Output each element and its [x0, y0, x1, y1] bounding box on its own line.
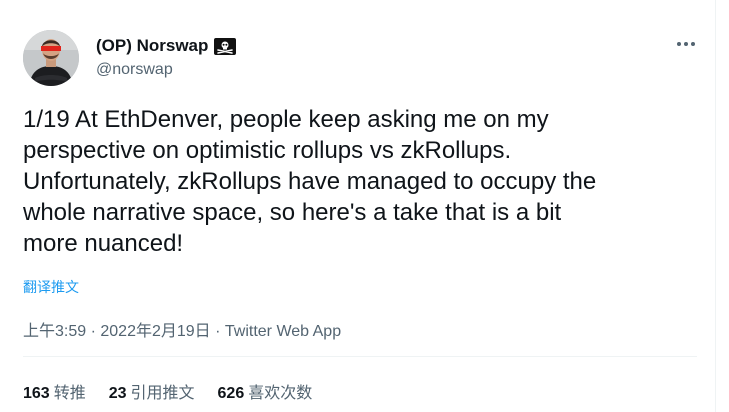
- retweets-count: 163: [23, 385, 50, 402]
- tweet-text: 1/19 At EthDenver, people keep asking me…: [23, 104, 703, 259]
- separator: ·: [86, 323, 101, 340]
- retweets-stat[interactable]: 163 转推: [23, 379, 86, 403]
- avatar-image: [23, 30, 79, 86]
- tweet-timestamp: 上午3:59 · 2022年2月19日 · Twitter Web App: [23, 317, 341, 341]
- retweets-label: 转推: [53, 385, 86, 402]
- tweet-date: 2022年2月19日: [100, 323, 211, 340]
- quote-tweets-count: 23: [108, 385, 127, 402]
- translate-tweet-link[interactable]: 翻译推文: [23, 277, 79, 297]
- author-name-row: (OP) Norswap: [96, 36, 237, 56]
- tweet-text-line: more nuanced!: [23, 230, 184, 257]
- quote-tweets-stat[interactable]: 23 引用推文: [109, 379, 195, 403]
- tweet-text-line: Unfortunately, zkRollups have managed to…: [23, 168, 597, 195]
- likes-count: 626: [217, 385, 245, 402]
- tweet-source-link[interactable]: Twitter Web App: [225, 323, 341, 340]
- tweet-text-line: 1/19 At EthDenver, people keep asking me…: [23, 106, 549, 133]
- likes-stat[interactable]: 626 喜欢次数: [218, 379, 313, 403]
- tweet-time-link[interactable]: 上午3:59 · 2022年2月19日: [23, 323, 211, 340]
- more-options-icon: [677, 42, 695, 46]
- quote-tweets-label: 引用推文: [130, 385, 195, 402]
- author-handle[interactable]: @norswap: [96, 61, 173, 79]
- tweet-card: (OP) Norswap @norswap 1/19 At EthDenver,…: [0, 0, 729, 412]
- tweet-text-line: whole narrative space, so here's a take …: [23, 199, 562, 226]
- divider: [23, 356, 697, 357]
- likes-label: 喜欢次数: [248, 385, 313, 402]
- more-options-button[interactable]: [668, 34, 704, 54]
- tweet-text-line: perspective on optimistic rollups vs zkR…: [23, 137, 512, 164]
- separator: ·: [210, 323, 225, 340]
- tweet-stats: 163 转推 23 引用推文 626 喜欢次数: [23, 379, 312, 403]
- tweet-time: 上午3:59: [23, 323, 87, 340]
- avatar[interactable]: [23, 30, 79, 86]
- pirate-flag-icon: [214, 37, 237, 55]
- author-display-name[interactable]: (OP) Norswap: [96, 36, 208, 56]
